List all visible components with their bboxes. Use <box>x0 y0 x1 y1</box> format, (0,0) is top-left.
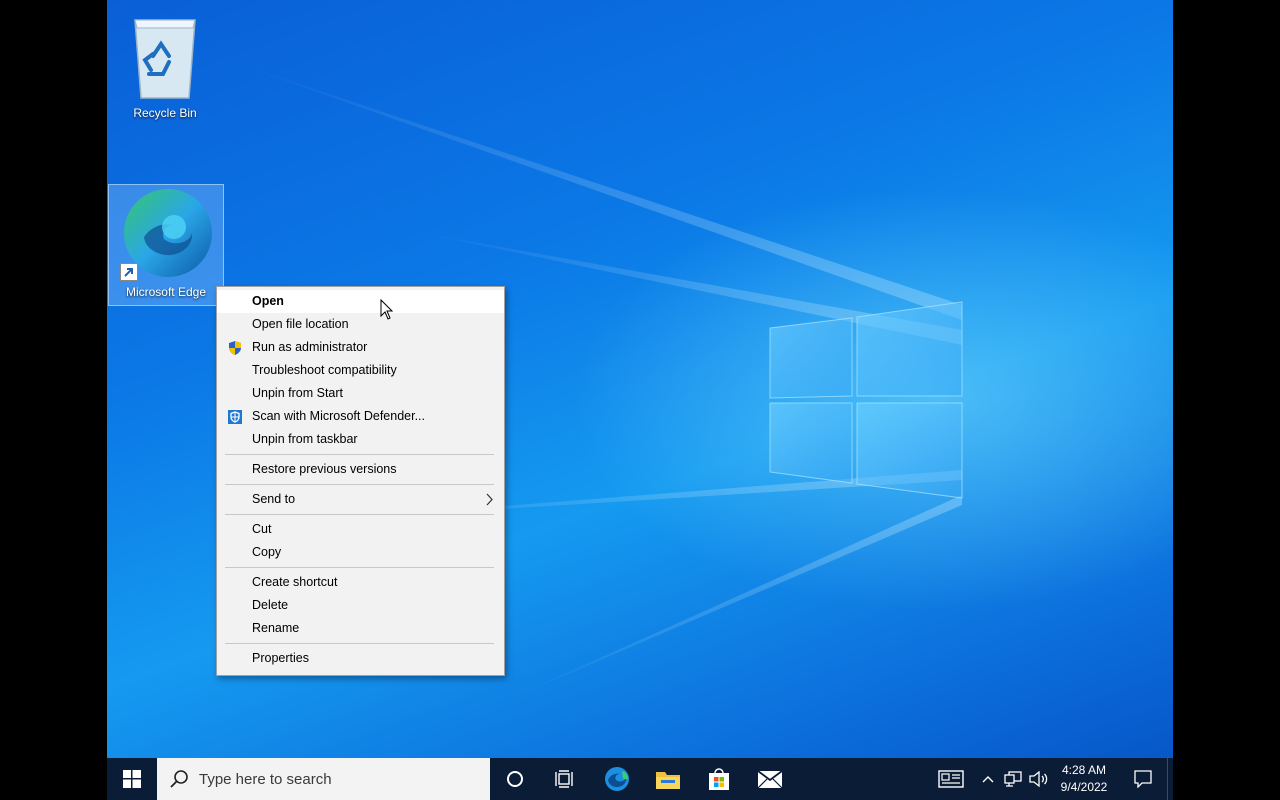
shortcut-arrow-icon <box>120 263 138 281</box>
taskbar-search-box[interactable]: Type here to search <box>157 758 490 800</box>
windows-logo-icon <box>123 770 141 788</box>
menu-item-open-file-location[interactable]: Open file location <box>217 313 504 336</box>
search-placeholder: Type here to search <box>199 770 332 788</box>
taskbar-file-explorer[interactable] <box>648 758 688 800</box>
volume-button[interactable] <box>1027 758 1051 800</box>
menu-label: Send to <box>252 492 296 506</box>
uac-shield-icon <box>227 340 243 356</box>
menu-label: Restore previous versions <box>252 462 397 476</box>
store-icon <box>709 768 729 790</box>
menu-label: Properties <box>252 651 309 665</box>
task-view-icon <box>555 770 573 788</box>
menu-item-unpin-from-taskbar[interactable]: Unpin from taskbar <box>217 428 504 451</box>
show-hidden-icons-button[interactable] <box>978 758 998 800</box>
menu-item-open[interactable]: Open <box>217 290 504 313</box>
menu-separator <box>225 643 494 644</box>
task-view-button[interactable] <box>545 758 585 800</box>
recycle-bin-icon <box>113 6 217 102</box>
menu-item-delete[interactable]: Delete <box>217 594 504 617</box>
chevron-up-icon <box>982 776 994 783</box>
menu-label: Open <box>252 294 284 308</box>
notification-icon <box>1134 770 1152 788</box>
network-button[interactable] <box>1002 758 1024 800</box>
taskbar-microsoft-store[interactable] <box>699 758 739 800</box>
menu-item-properties[interactable]: Properties <box>217 647 504 670</box>
mouse-cursor-icon <box>380 299 394 320</box>
taskbar-mail[interactable] <box>750 758 790 800</box>
network-icon <box>1004 771 1022 787</box>
taskbar-edge[interactable] <box>597 758 637 800</box>
menu-item-cut[interactable]: Cut <box>217 518 504 541</box>
chevron-right-icon <box>486 488 494 511</box>
news-and-interests-button[interactable] <box>933 758 969 800</box>
menu-separator <box>225 567 494 568</box>
edge-icon <box>605 767 629 791</box>
recycle-bin-label: Recycle Bin <box>133 106 197 120</box>
menu-item-run-as-administrator[interactable]: Run as administrator <box>217 336 504 359</box>
file-explorer-icon <box>656 772 680 789</box>
action-center-button[interactable] <box>1123 758 1163 800</box>
cortana-circle-icon <box>507 771 523 787</box>
defender-icon <box>227 409 243 425</box>
menu-item-create-shortcut[interactable]: Create shortcut <box>217 571 504 594</box>
menu-label: Cut <box>252 522 272 536</box>
cortana-button[interactable] <box>495 758 535 800</box>
menu-item-copy[interactable]: Copy <box>217 541 504 564</box>
menu-separator <box>225 454 494 455</box>
menu-item-restore-previous-versions[interactable]: Restore previous versions <box>217 458 504 481</box>
menu-item-unpin-from-start[interactable]: Unpin from Start <box>217 382 504 405</box>
menu-item-rename[interactable]: Rename <box>217 617 504 640</box>
menu-label: Copy <box>252 545 282 559</box>
clock-date: 9/4/2022 <box>1060 780 1108 794</box>
menu-label: Unpin from taskbar <box>252 432 358 446</box>
menu-separator <box>225 484 494 485</box>
edge-icon <box>114 185 218 281</box>
news-icon <box>938 770 964 788</box>
clock-time: 4:28 AM <box>1061 763 1107 777</box>
menu-label: Create shortcut <box>252 575 338 589</box>
microsoft-edge-label: Microsoft Edge <box>125 285 207 299</box>
menu-label: Scan with Microsoft Defender... <box>252 409 425 423</box>
volume-icon <box>1029 771 1048 787</box>
context-menu: Open Open file location Run as administr… <box>216 286 505 676</box>
menu-item-troubleshoot-compatibility[interactable]: Troubleshoot compatibility <box>217 359 504 382</box>
menu-label: Run as administrator <box>252 340 368 354</box>
desktop-icon-recycle-bin[interactable]: Recycle Bin <box>107 6 223 128</box>
taskbar: Type here to search 4:28 AM 9/4/2022 <box>107 758 1173 800</box>
menu-label: Troubleshoot compatibility <box>252 363 397 377</box>
menu-item-send-to[interactable]: Send to <box>217 488 504 511</box>
menu-label: Delete <box>252 598 289 612</box>
taskbar-clock[interactable]: 4:28 AM 9/4/2022 <box>1053 758 1115 800</box>
mail-icon <box>757 770 783 789</box>
show-desktop-button[interactable] <box>1167 758 1173 800</box>
desktop-icon-microsoft-edge[interactable]: Microsoft Edge <box>108 184 224 306</box>
search-icon <box>170 770 188 788</box>
windows-wallpaper-logo <box>769 301 963 499</box>
start-button[interactable] <box>107 758 157 800</box>
menu-label: Unpin from Start <box>252 386 344 400</box>
menu-item-scan-with-defender[interactable]: Scan with Microsoft Defender... <box>217 405 504 428</box>
menu-separator <box>225 514 494 515</box>
menu-label: Rename <box>252 621 300 635</box>
menu-label: Open file location <box>252 317 349 331</box>
